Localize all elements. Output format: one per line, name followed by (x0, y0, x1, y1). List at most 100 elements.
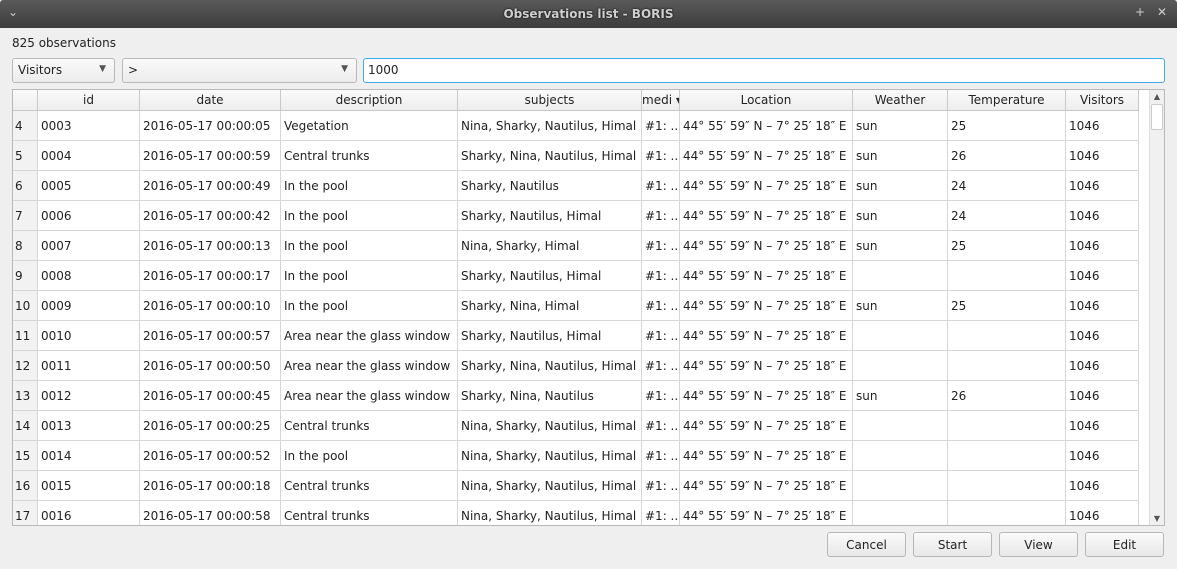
cell-visitors[interactable]: 1046 (1066, 171, 1139, 201)
cell-date[interactable]: 2016-05-17 00:00:57 (140, 321, 281, 351)
cell-weather[interactable]: sun (853, 171, 948, 201)
cell-location[interactable]: 44° 55′ 59″ N – 7° 25′ 18″ E (680, 441, 853, 471)
filter-operator-select[interactable]: > ▼ (122, 58, 357, 83)
table-row[interactable]: 13 0012 2016-05-17 00:00:45 Area near the g… (13, 381, 1139, 411)
cell-subjects[interactable]: Sharky, Nautilus, Himal (458, 201, 642, 231)
cell-weather[interactable] (853, 411, 948, 441)
cell-location[interactable]: 44° 55′ 59″ N – 7° 25′ 18″ E (680, 501, 853, 525)
cell-weather[interactable] (853, 351, 948, 381)
cell-weather[interactable] (853, 441, 948, 471)
cell-subjects[interactable]: Nina, Sharky, Nautilus, Himal (458, 471, 642, 501)
cell-visitors[interactable]: 1046 (1066, 261, 1139, 291)
row-header[interactable]: 6 (13, 171, 38, 201)
cell-description[interactable]: Vegetation (281, 111, 458, 141)
table-row[interactable]: 10 0009 2016-05-17 00:00:10 In the pool Shar… (13, 291, 1139, 321)
cell-subjects[interactable]: Sharky, Nautilus (458, 171, 642, 201)
cell-location[interactable]: 44° 55′ 59″ N – 7° 25′ 18″ E (680, 321, 853, 351)
close-icon[interactable]: ✕ (1157, 5, 1167, 19)
cell-description[interactable]: Central trunks (281, 501, 458, 525)
cell-location[interactable]: 44° 55′ 59″ N – 7° 25′ 18″ E (680, 291, 853, 321)
row-header[interactable]: 14 (13, 411, 38, 441)
cell-visitors[interactable]: 1046 (1066, 321, 1139, 351)
cell-visitors[interactable]: 1046 (1066, 141, 1139, 171)
cell-temperature[interactable]: 26 (948, 381, 1066, 411)
scroll-down-icon[interactable]: ▼ (1150, 514, 1164, 523)
cell-media[interactable]: #1: ... (642, 471, 680, 501)
cell-subjects[interactable]: Sharky, Nina, Himal (458, 291, 642, 321)
cell-media[interactable]: #1: ... (642, 201, 680, 231)
keep-above-icon[interactable]: + (1135, 5, 1145, 19)
table-corner[interactable] (13, 90, 38, 111)
cell-temperature[interactable] (948, 321, 1066, 351)
table-row[interactable]: 6 0005 2016-05-17 00:00:49 In the pool Shark… (13, 171, 1139, 201)
cell-subjects[interactable]: Nina, Sharky, Nautilus, Himal (458, 501, 642, 525)
cell-temperature[interactable]: 26 (948, 141, 1066, 171)
cell-id[interactable]: 0008 (38, 261, 140, 291)
cell-temperature[interactable] (948, 471, 1066, 501)
cell-visitors[interactable]: 1046 (1066, 231, 1139, 261)
row-header[interactable]: 8 (13, 231, 38, 261)
column-header-weather[interactable]: Weather (853, 90, 948, 111)
cell-media[interactable]: #1: ... (642, 381, 680, 411)
row-header[interactable]: 10 (13, 291, 38, 321)
row-header[interactable]: 16 (13, 471, 38, 501)
cell-visitors[interactable]: 1046 (1066, 501, 1139, 525)
table-row[interactable]: 4 0003 2016-05-17 00:00:05 Vegetation Nina, … (13, 111, 1139, 141)
column-header-media[interactable]: medi ▾ (642, 90, 680, 111)
vertical-scrollbar[interactable]: ▲ ▼ (1149, 90, 1164, 525)
cell-description[interactable]: In the pool (281, 171, 458, 201)
cell-date[interactable]: 2016-05-17 00:00:49 (140, 171, 281, 201)
cell-subjects[interactable]: Sharky, Nina, Nautilus, Himal (458, 351, 642, 381)
cell-description[interactable]: Area near the glass window (281, 351, 458, 381)
cell-weather[interactable]: sun (853, 201, 948, 231)
cell-temperature[interactable]: 25 (948, 111, 1066, 141)
cell-temperature[interactable] (948, 261, 1066, 291)
table-row[interactable]: 15 0014 2016-05-17 00:00:52 In the pool Nina… (13, 441, 1139, 471)
cell-location[interactable]: 44° 55′ 59″ N – 7° 25′ 18″ E (680, 231, 853, 261)
cell-media[interactable]: #1: ... (642, 501, 680, 525)
cell-media[interactable]: #1: ... (642, 351, 680, 381)
cell-visitors[interactable]: 1046 (1066, 111, 1139, 141)
cell-description[interactable]: Central trunks (281, 141, 458, 171)
cell-media[interactable]: #1: ... (642, 231, 680, 261)
column-header-visitors[interactable]: Visitors (1066, 90, 1139, 111)
row-header[interactable]: 9 (13, 261, 38, 291)
cell-id[interactable]: 0016 (38, 501, 140, 525)
cell-visitors[interactable]: 1046 (1066, 441, 1139, 471)
cell-id[interactable]: 0010 (38, 321, 140, 351)
column-header-date[interactable]: date (140, 90, 281, 111)
cell-location[interactable]: 44° 55′ 59″ N – 7° 25′ 18″ E (680, 141, 853, 171)
cell-location[interactable]: 44° 55′ 59″ N – 7° 25′ 18″ E (680, 411, 853, 441)
cell-weather[interactable] (853, 501, 948, 525)
cell-media[interactable]: #1: ... (642, 261, 680, 291)
table-row[interactable]: 9 0008 2016-05-17 00:00:17 In the pool Shark… (13, 261, 1139, 291)
row-header[interactable]: 12 (13, 351, 38, 381)
cancel-button[interactable]: Cancel (827, 532, 906, 557)
cell-visitors[interactable]: 1046 (1066, 201, 1139, 231)
cell-temperature[interactable] (948, 501, 1066, 525)
cell-subjects[interactable]: Nina, Sharky, Nautilus, Himal (458, 411, 642, 441)
cell-media[interactable]: #1: ... (642, 111, 680, 141)
table-row[interactable]: 7 0006 2016-05-17 00:00:42 In the pool Shark… (13, 201, 1139, 231)
table-row[interactable]: 11 0010 2016-05-17 00:00:57 Area near the g… (13, 321, 1139, 351)
cell-location[interactable]: 44° 55′ 59″ N – 7° 25′ 18″ E (680, 471, 853, 501)
cell-subjects[interactable]: Sharky, Nina, Nautilus, Himal (458, 141, 642, 171)
cell-date[interactable]: 2016-05-17 00:00:58 (140, 501, 281, 525)
row-header[interactable]: 5 (13, 141, 38, 171)
cell-location[interactable]: 44° 55′ 59″ N – 7° 25′ 18″ E (680, 201, 853, 231)
cell-description[interactable]: Area near the glass window (281, 321, 458, 351)
column-header-description[interactable]: description (281, 90, 458, 111)
table-row[interactable]: 8 0007 2016-05-17 00:00:13 In the pool Nina,… (13, 231, 1139, 261)
cell-media[interactable]: #1: ... (642, 171, 680, 201)
table-row[interactable]: 16 0015 2016-05-17 00:00:18 Central trunks N… (13, 471, 1139, 501)
cell-description[interactable]: Central trunks (281, 411, 458, 441)
row-header[interactable]: 13 (13, 381, 38, 411)
scroll-up-icon[interactable]: ▲ (1150, 92, 1164, 101)
row-header[interactable]: 4 (13, 111, 38, 141)
cell-subjects[interactable]: Sharky, Nina, Nautilus (458, 381, 642, 411)
cell-description[interactable]: Area near the glass window (281, 381, 458, 411)
cell-media[interactable]: #1: ... (642, 291, 680, 321)
cell-date[interactable]: 2016-05-17 00:00:25 (140, 411, 281, 441)
filter-field-select[interactable]: Visitors ▼ (12, 58, 115, 83)
cell-media[interactable]: #1: ... (642, 321, 680, 351)
